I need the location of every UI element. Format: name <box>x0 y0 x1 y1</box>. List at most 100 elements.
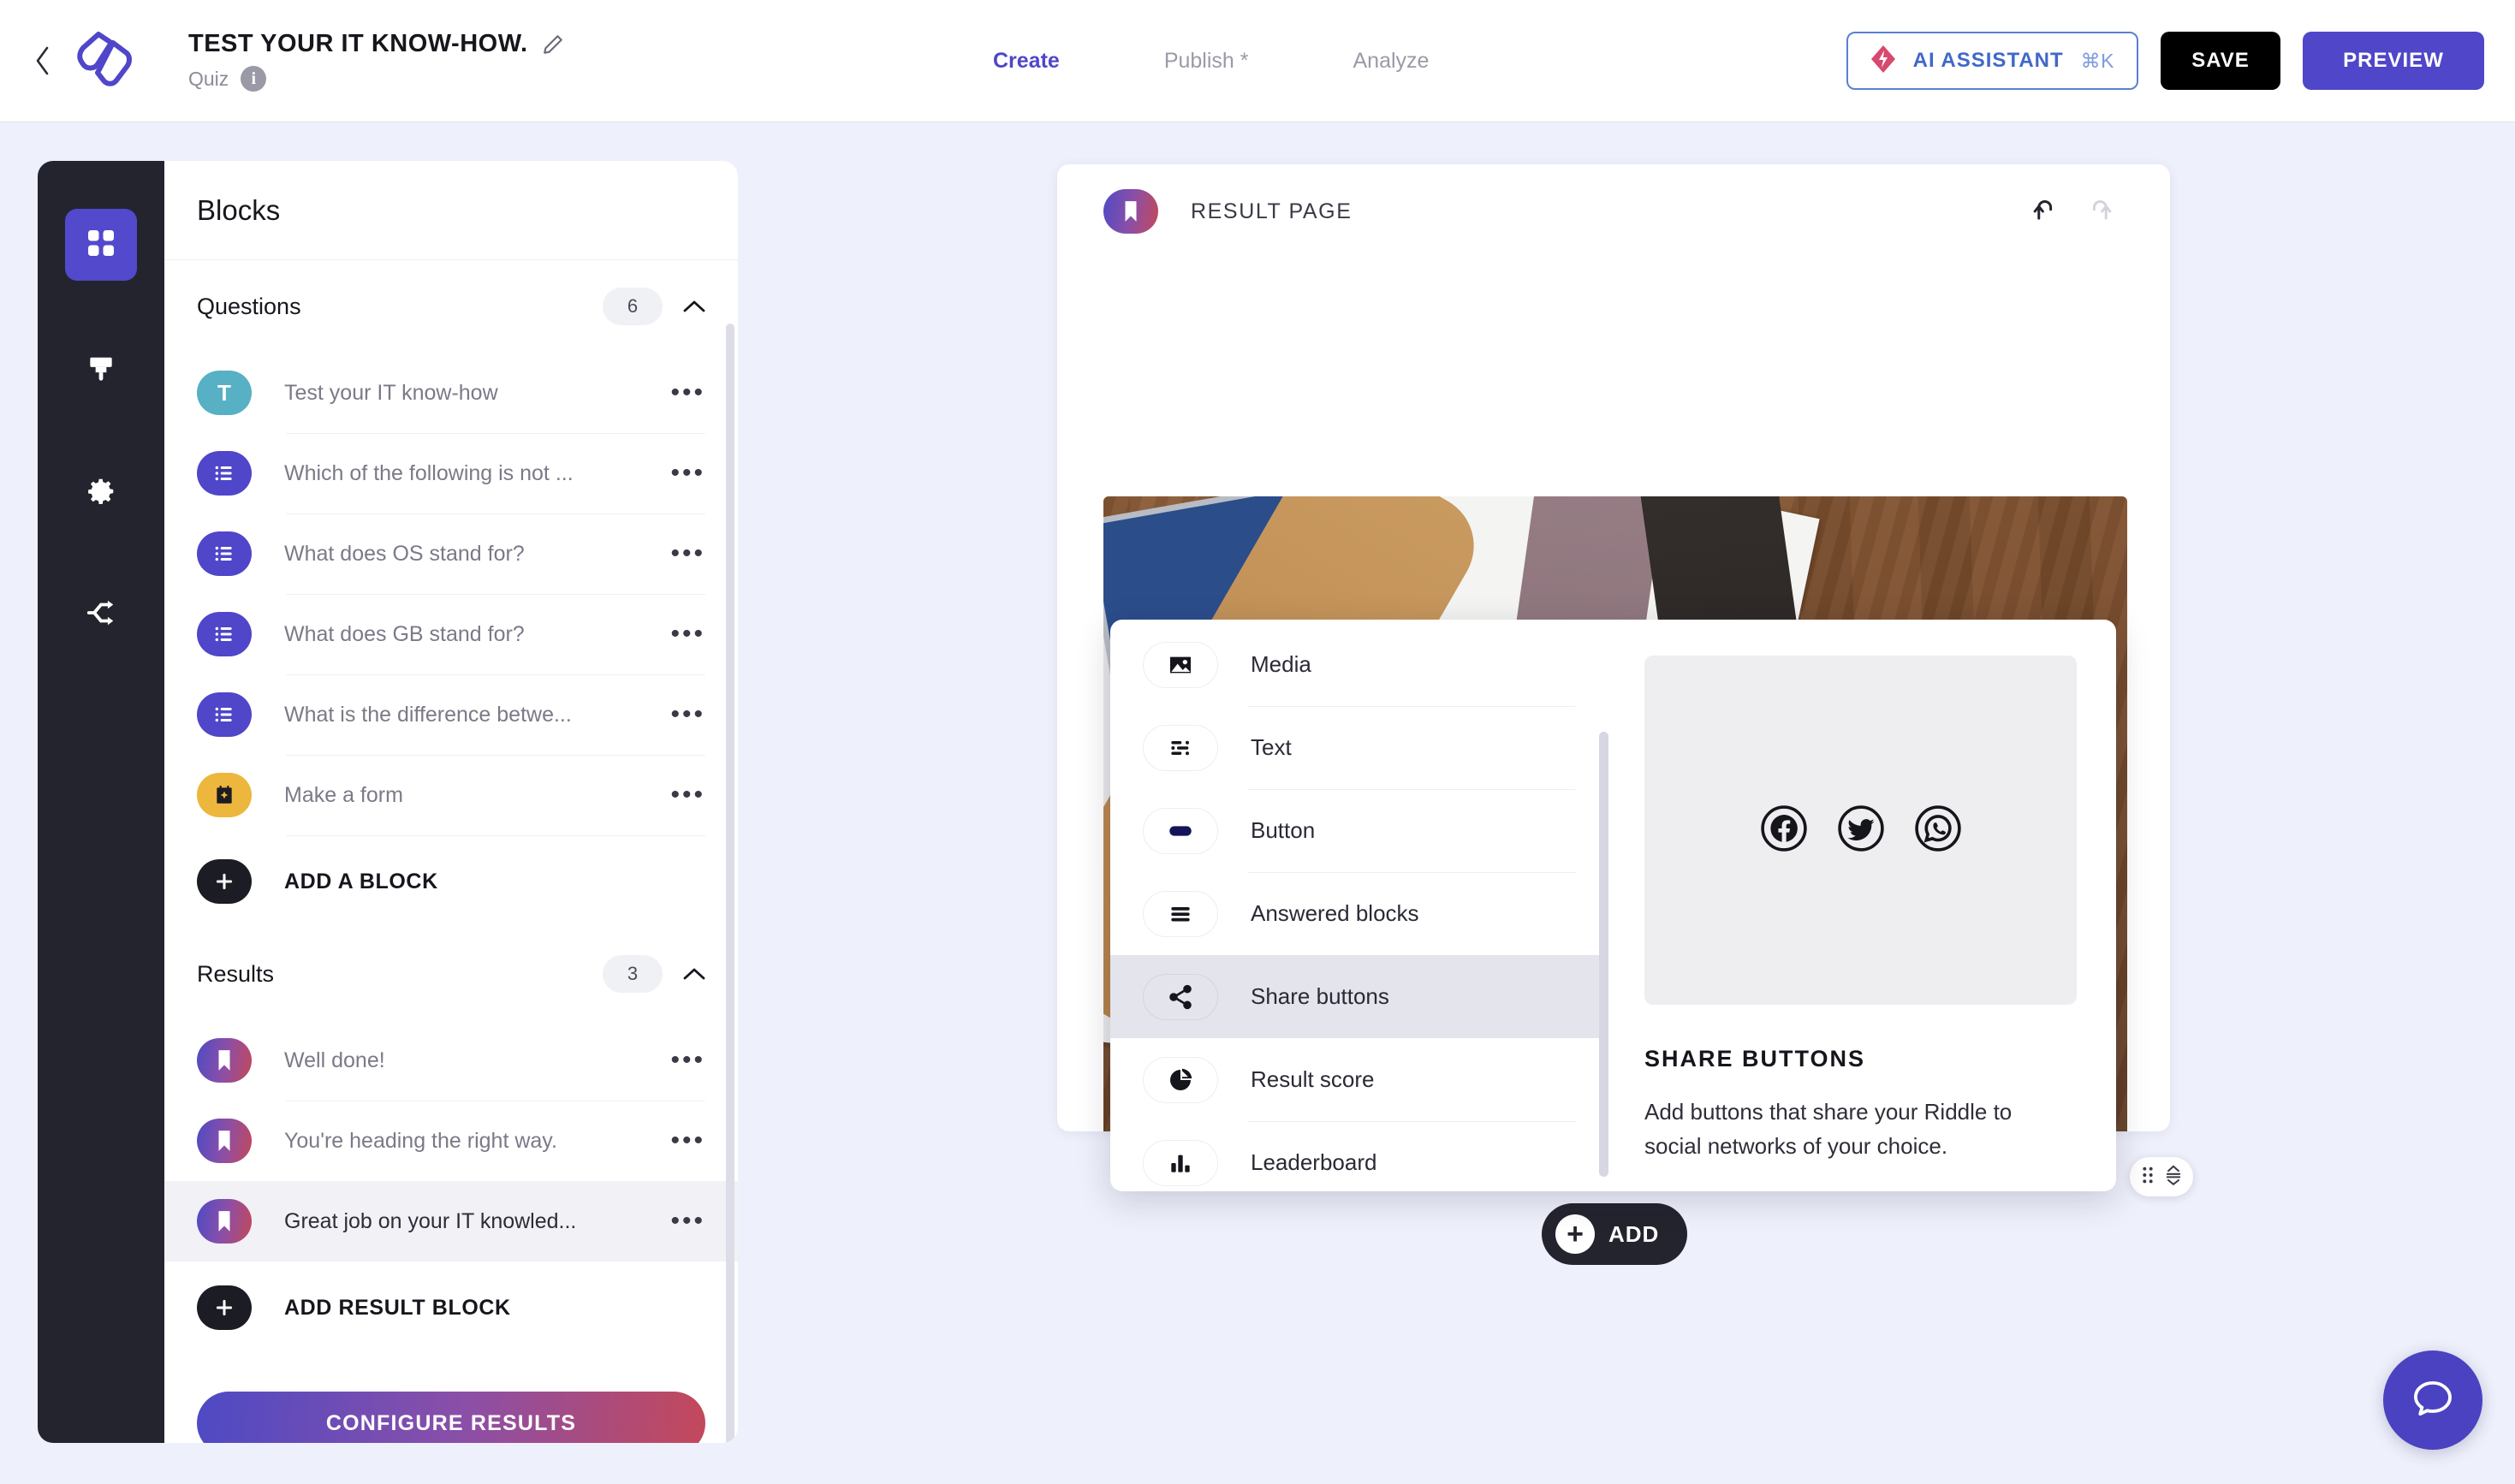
form-icon <box>217 786 232 804</box>
rail-item-logic[interactable] <box>65 579 137 650</box>
list-item[interactable]: Make a form ••• <box>164 755 738 835</box>
whatsapp-icon <box>1913 804 1963 858</box>
plus-icon: + <box>1555 1214 1595 1254</box>
menu-lines-icon <box>1143 890 1218 937</box>
add-a-block-button[interactable]: ADD A BLOCK <box>164 835 738 928</box>
undo-icon[interactable] <box>2021 199 2072 224</box>
list-item[interactable]: Well done! ••• <box>164 1020 738 1101</box>
grid-blocks-icon <box>84 226 118 264</box>
add-a-block-label: ADD A BLOCK <box>284 869 438 893</box>
info-icon[interactable]: i <box>241 66 267 92</box>
block-controls[interactable] <box>2130 1157 2193 1196</box>
rail-item-design[interactable] <box>65 335 137 407</box>
list-item[interactable]: Great job on your IT knowled... ••• <box>164 1181 738 1261</box>
branch-share-icon <box>85 597 117 633</box>
drag-dots-icon[interactable] <box>2141 1166 2155 1189</box>
document-type: Quiz <box>188 67 229 90</box>
dropdown-scrollbar[interactable] <box>1599 732 1608 1177</box>
redo-icon <box>2072 199 2124 224</box>
menu-item-share-buttons[interactable]: Share buttons <box>1110 955 1605 1038</box>
list-item[interactable]: Which of the following is not ... ••• <box>164 433 738 513</box>
add-block-fab[interactable]: + ADD <box>1542 1203 1687 1265</box>
canvas-header: RESULT PAGE <box>1057 164 2170 258</box>
block-type-badge <box>197 1119 252 1163</box>
ellipsis-icon[interactable]: ••• <box>655 620 705 649</box>
rail-item-blocks[interactable] <box>65 209 137 281</box>
pie-chart-icon <box>1143 1056 1218 1103</box>
bookmark-icon <box>218 1131 230 1151</box>
section-count-badge: 3 <box>603 955 663 993</box>
menu-item-label: Share buttons <box>1251 983 1389 1009</box>
list-item[interactable]: T Test your IT know-how ••• <box>164 353 738 433</box>
blocks-panel-header: Blocks <box>164 161 738 260</box>
badge-letter: T <box>217 379 231 406</box>
list-item[interactable]: What does OS stand for? ••• <box>164 513 738 594</box>
menu-item-leaderboard[interactable]: Leaderboard <box>1110 1121 1605 1191</box>
tab-create[interactable]: Create <box>993 49 1060 74</box>
ellipsis-icon[interactable]: ••• <box>655 700 705 729</box>
ellipsis-icon[interactable]: ••• <box>655 1046 705 1075</box>
image-icon <box>1143 641 1218 688</box>
ellipsis-icon[interactable]: ••• <box>655 1207 705 1236</box>
block-type-badge: T <box>197 371 252 415</box>
app-header: TEST YOUR IT KNOW-HOW. Quiz i Create Pub… <box>0 0 2515 122</box>
section-header-results: Results 3 <box>164 928 738 1020</box>
menu-item-text[interactable]: Text <box>1110 706 1605 789</box>
preview-description: Add buttons that share your Riddle to so… <box>1644 1099 2013 1160</box>
menu-item-button[interactable]: Button <box>1110 789 1605 872</box>
ai-assistant-button[interactable]: AI ASSISTANT ⌘K <box>1846 32 2138 90</box>
chevron-up-icon[interactable] <box>683 300 705 313</box>
left-icon-rail <box>38 161 164 1443</box>
add-result-block-button[interactable]: ADD RESULT BLOCK <box>164 1261 738 1354</box>
configure-results-button[interactable]: CONFIGURE RESULTS <box>197 1392 705 1443</box>
block-type-badge <box>197 451 252 496</box>
move-updown-icon[interactable] <box>2165 1165 2182 1190</box>
plus-icon <box>197 1285 252 1330</box>
menu-item-media[interactable]: Media <box>1110 623 1605 706</box>
blocks-panel-title: Blocks <box>197 193 281 226</box>
list-item[interactable]: You're heading the right way. ••• <box>164 1101 738 1181</box>
back-button[interactable] <box>24 45 62 76</box>
block-type-badge <box>197 612 252 656</box>
list-item[interactable]: What is the difference betwe... ••• <box>164 674 738 755</box>
riddle-logo[interactable] <box>72 27 139 94</box>
menu-item-label: Media <box>1251 651 1311 677</box>
section-title: Questions <box>197 293 301 319</box>
menu-item-result-score[interactable]: Result score <box>1110 1038 1605 1121</box>
blocks-panel-scrollbar[interactable] <box>726 324 734 1443</box>
ellipsis-icon[interactable]: ••• <box>655 459 705 488</box>
list-icon <box>215 466 232 481</box>
block-type-menu: Media Text Button Answered blocks Share … <box>1110 620 1605 1191</box>
preview-button[interactable]: PREVIEW <box>2303 32 2484 90</box>
gear-icon <box>85 475 117 512</box>
tab-publish[interactable]: Publish * <box>1164 49 1249 74</box>
menu-item-label: Answered blocks <box>1251 900 1419 926</box>
chat-support-button[interactable] <box>2383 1350 2482 1450</box>
rail-item-settings[interactable] <box>65 457 137 529</box>
list-item-label: Make a form <box>284 782 403 807</box>
twitter-icon <box>1836 804 1886 858</box>
pencil-icon[interactable] <box>542 33 564 56</box>
bookmark-icon <box>218 1211 230 1232</box>
list-item[interactable]: What does GB stand for? ••• <box>164 594 738 674</box>
share-icon <box>1143 973 1218 1020</box>
add-fab-label: ADD <box>1608 1220 1660 1247</box>
ellipsis-icon[interactable]: ••• <box>655 781 705 810</box>
menu-item-answered-blocks[interactable]: Answered blocks <box>1110 872 1605 955</box>
document-meta: TEST YOUR IT KNOW-HOW. Quiz i <box>188 30 564 92</box>
ellipsis-icon[interactable]: ••• <box>655 539 705 568</box>
block-type-badge <box>197 773 252 817</box>
facebook-icon <box>1759 804 1809 858</box>
list-item-label: Well done! <box>284 1048 385 1072</box>
menu-item-label: Leaderboard <box>1251 1149 1377 1175</box>
chevron-up-icon[interactable] <box>683 967 705 981</box>
ellipsis-icon[interactable]: ••• <box>655 378 705 407</box>
canvas-title: RESULT PAGE <box>1191 199 1353 223</box>
section-header-questions: Questions 6 <box>164 260 738 353</box>
page-title: TEST YOUR IT KNOW-HOW. <box>188 30 528 57</box>
menu-item-label: Button <box>1251 817 1316 843</box>
ellipsis-icon[interactable]: ••• <box>655 1126 705 1155</box>
save-button[interactable]: SAVE <box>2161 32 2280 90</box>
section-title: Results <box>197 960 275 987</box>
tab-analyze[interactable]: Analyze <box>1353 49 1430 74</box>
